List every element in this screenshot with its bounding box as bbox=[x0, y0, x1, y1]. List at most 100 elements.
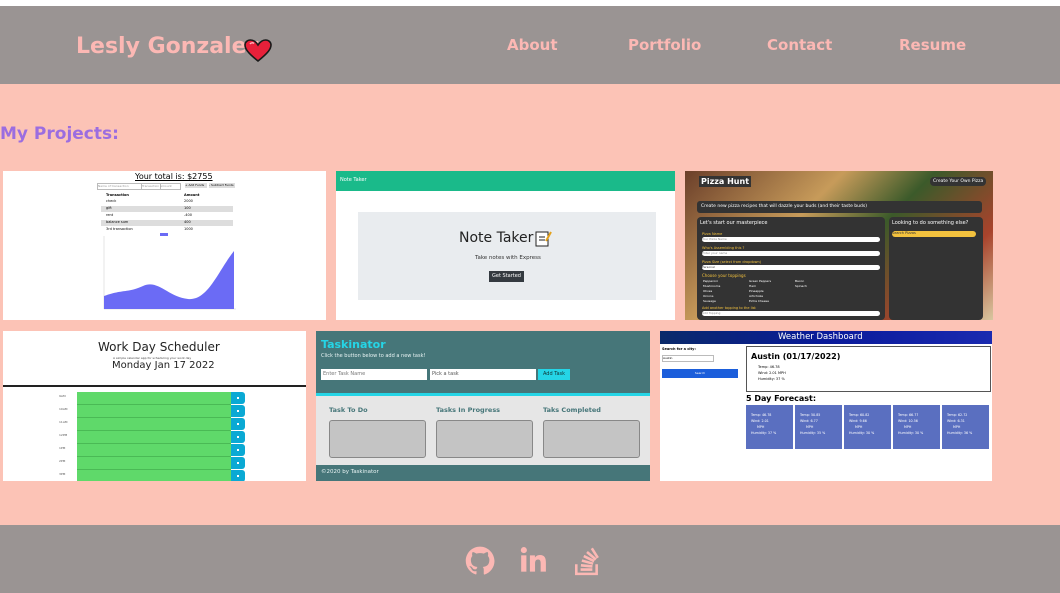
pizza-field-label: Add another topping to the list bbox=[702, 306, 756, 310]
forecast-line: MPH bbox=[806, 425, 814, 429]
forecast-line: Humidity: 36 % bbox=[947, 431, 973, 435]
budget-cell: 2000 bbox=[184, 199, 193, 203]
budget-row: gift 100 bbox=[101, 206, 233, 212]
scheduler-save-button bbox=[231, 431, 245, 443]
project-work-day-scheduler[interactable]: Work Day Scheduler A simple calendar app… bbox=[3, 331, 306, 481]
notetaker-subtitle: Take notes with Express bbox=[475, 255, 541, 261]
weather-current-wind: Wind: 2.01 MPH bbox=[758, 371, 786, 375]
pizza-topping-option: Green Peppers bbox=[749, 279, 772, 283]
forecast-card: Temp: 46.78 Wind: 2.01 MPH Humidity: 37 % bbox=[746, 405, 793, 449]
pizza-topping-option: Olives bbox=[703, 289, 713, 293]
scheduler-hour: 1PM bbox=[59, 446, 66, 450]
forecast-line: Wind: 6.77 bbox=[800, 419, 818, 423]
scheduler-hour: 9AM bbox=[59, 394, 66, 398]
pizza-masterpiece: Let's start our masterpiece bbox=[700, 220, 768, 226]
budget-add-button: + Add Funds bbox=[185, 183, 207, 188]
weather-current-temp: Temp: 46.78 bbox=[758, 365, 780, 369]
forecast-line: Humidity: 35 % bbox=[800, 431, 826, 435]
taskinator-button: Add Task bbox=[538, 369, 570, 380]
forecast-line: Humidity: 30 % bbox=[898, 431, 924, 435]
pizza-search-button: Search Pizzas bbox=[892, 231, 976, 237]
pizza-topping-option: Artichoke bbox=[749, 294, 764, 298]
budget-cell: -400 bbox=[184, 213, 192, 217]
forecast-line: Temp: 62.72 bbox=[947, 413, 968, 417]
taskinator-title: Taskinator bbox=[321, 338, 386, 351]
pizza-topping-option: Spinach bbox=[795, 284, 807, 288]
nav-about[interactable]: About bbox=[507, 36, 558, 54]
budget-cell: gift bbox=[106, 206, 112, 210]
pizza-topping-option: Bacon bbox=[795, 279, 805, 283]
scheduler-row bbox=[77, 457, 231, 470]
forecast-card: Temp: 66.77 Wind: 10.56 MPH Humidity: 30 % bbox=[893, 405, 940, 449]
budget-cell: 400 bbox=[184, 220, 191, 224]
heart-icon bbox=[244, 39, 272, 63]
site-brand[interactable]: Lesly Gonzalez bbox=[76, 34, 259, 59]
scheduler-save-button bbox=[231, 457, 245, 469]
budget-row: balance sum 400 bbox=[101, 220, 233, 226]
site-footer bbox=[0, 525, 1060, 593]
forecast-card: Temp: 60.82 Wind: 9.66 MPH Humidity: 30 % bbox=[844, 405, 891, 449]
notetaker-title: Note Taker bbox=[459, 230, 534, 246]
pizza-size-select: Personal bbox=[702, 265, 880, 270]
project-budget-tracker[interactable]: Your total is: $2755 Name of transaction… bbox=[3, 171, 326, 320]
scheduler-hour: 10AM bbox=[59, 407, 68, 411]
nav-resume[interactable]: Resume bbox=[899, 36, 966, 54]
taskinator-subtitle: Click the button below to add a new task… bbox=[321, 353, 426, 359]
weather-search-input: Austin bbox=[662, 355, 714, 362]
budget-cell: 100 bbox=[184, 206, 191, 210]
pizza-topping-option: Extra Cheese bbox=[749, 299, 769, 303]
project-taskinator[interactable]: Taskinator Click the button below to add… bbox=[316, 331, 650, 481]
budget-col-transaction: Transaction bbox=[106, 193, 129, 197]
budget-row: rent -400 bbox=[101, 213, 233, 219]
pizza-topping-option: Pineapple bbox=[749, 289, 764, 293]
taskinator-select: Pick a task bbox=[430, 369, 536, 380]
scheduler-title: Work Day Scheduler bbox=[98, 340, 220, 354]
pizza-topping-option: Pepperoni bbox=[703, 279, 718, 283]
forecast-line: MPH bbox=[757, 425, 765, 429]
budget-amount-input: Transaction amount bbox=[141, 183, 181, 190]
project-weather-dashboard[interactable]: Weather Dashboard Search for a city: Aus… bbox=[660, 331, 992, 481]
section-title: My Projects: bbox=[0, 124, 119, 144]
taskinator-footer: ©2020 by Taskinator bbox=[321, 469, 379, 475]
forecast-line: MPH bbox=[953, 425, 961, 429]
scheduler-hour: 11AM bbox=[59, 420, 68, 424]
pizza-looking: Looking to do something else? bbox=[892, 220, 969, 226]
stackoverflow-icon[interactable] bbox=[574, 546, 600, 576]
projects-section: My Projects: Your total is: $2755 Name o… bbox=[0, 84, 1060, 525]
weather-title: Weather Dashboard bbox=[778, 332, 863, 342]
taskinator-col-todo: Task To Do bbox=[329, 406, 368, 414]
pizza-assembler-input: Enter your name bbox=[702, 251, 880, 256]
budget-cell: check bbox=[106, 199, 117, 203]
forecast-line: Wind: 10.56 bbox=[898, 419, 918, 423]
pizza-toppings-label: Choose your toppings bbox=[702, 273, 746, 278]
nav-portfolio[interactable]: Portfolio bbox=[628, 36, 701, 54]
forecast-line: Wind: 6.31 bbox=[947, 419, 965, 423]
pizza-name-input: Your Pizza Name bbox=[702, 237, 880, 242]
project-pizza-hunt[interactable]: Pizza Hunt Create Your Own Pizza Create … bbox=[685, 171, 993, 320]
notetaker-nav: Note Taker bbox=[340, 177, 367, 183]
budget-row: check 2000 bbox=[101, 199, 233, 205]
pizza-field-label: Pizza Size (select from dropdown) bbox=[702, 260, 762, 264]
forecast-line: Temp: 66.77 bbox=[898, 413, 919, 417]
pizza-field-label: Who's Assembling this ? bbox=[702, 246, 745, 250]
scheduler-save-button bbox=[231, 470, 245, 481]
scheduler-hour: 2PM bbox=[59, 459, 66, 463]
notetaker-button: Get Started bbox=[489, 271, 524, 282]
weather-search-button: Search bbox=[662, 369, 738, 378]
github-icon[interactable] bbox=[465, 546, 495, 576]
note-icon bbox=[535, 231, 552, 247]
scheduler-row bbox=[77, 470, 231, 481]
forecast-card: Temp: 62.72 Wind: 6.31 MPH Humidity: 36 % bbox=[942, 405, 989, 449]
pizza-topping-input: Add Topping bbox=[702, 311, 880, 316]
scheduler-hour: 3PM bbox=[59, 472, 66, 476]
scheduler-date: Monday Jan 17 2022 bbox=[112, 360, 215, 371]
pizza-topping-option: Onions bbox=[703, 294, 714, 298]
scheduler-hour: 12PM bbox=[59, 433, 68, 437]
forecast-line: Wind: 9.66 bbox=[849, 419, 867, 423]
weather-city: Austin (01/17/2022) bbox=[751, 352, 841, 361]
project-note-taker[interactable]: Note Taker Note Taker Take notes with Ex… bbox=[336, 171, 675, 320]
nav-contact[interactable]: Contact bbox=[767, 36, 832, 54]
pizza-logo: Pizza Hunt bbox=[699, 176, 752, 187]
pizza-topping-option: Ham bbox=[749, 284, 757, 288]
linkedin-icon[interactable] bbox=[520, 546, 548, 574]
